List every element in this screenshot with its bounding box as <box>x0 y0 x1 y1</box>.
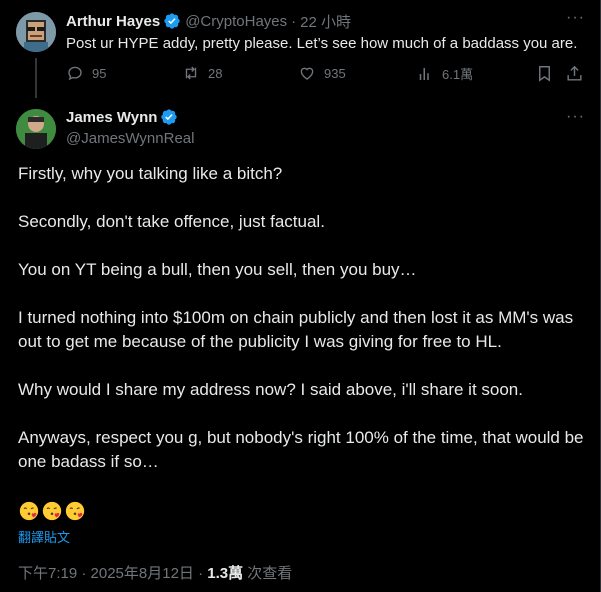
views-button[interactable]: 6.1萬 <box>416 64 473 83</box>
translate-post-link[interactable]: 翻譯貼文 <box>18 527 70 546</box>
repost-icon <box>185 66 197 80</box>
separator-dot: · <box>291 12 297 30</box>
like-button[interactable]: 935 <box>298 64 346 82</box>
more-options-icon[interactable]: ··· <box>566 108 585 126</box>
paragraph: Firstly, why you talking like a bitch? <box>18 164 283 183</box>
paragraph: You on YT being a bull, then you sell, t… <box>18 260 417 279</box>
views-label: 次查看 <box>243 565 293 582</box>
views-icon <box>419 67 431 81</box>
author-row: James Wynn <box>66 108 178 126</box>
author-handle[interactable]: @CryptoHayes <box>185 13 287 30</box>
paragraph: Secondly, don't take offence, just factu… <box>18 212 325 231</box>
views-count: 1.3萬 <box>207 565 244 582</box>
timestamp[interactable]: 下午7:19 · 2025年8月12日 <box>18 565 194 582</box>
author-name[interactable]: Arthur Hayes <box>66 13 160 30</box>
bookmark-icon <box>539 66 550 82</box>
author-handle[interactable]: @JamesWynnReal <box>66 130 194 147</box>
paragraph: Why would I share my address now? I said… <box>18 380 523 399</box>
avatar[interactable] <box>16 12 56 52</box>
paragraph: I turned nothing into $100m on chain pub… <box>18 308 574 351</box>
repost-button[interactable]: 28 <box>182 64 222 82</box>
reply-button[interactable]: 95 <box>66 64 106 82</box>
like-count: 935 <box>324 65 346 81</box>
action-bar: 95 28 935 6.1萬 <box>66 64 586 86</box>
share-icon <box>567 65 582 81</box>
verified-badge-icon <box>163 12 181 30</box>
thread-connector <box>35 58 37 98</box>
emoji-row <box>18 500 86 522</box>
share-button[interactable] <box>565 64 584 88</box>
tweet-text: Firstly, why you talking like a bitch? S… <box>18 162 590 498</box>
separator-dot: · <box>193 565 208 582</box>
tweet-header: Arthur Hayes @CryptoHayes · 22 小時 <box>66 11 351 31</box>
face-blowing-kiss-icon <box>42 501 62 521</box>
reply-icon <box>68 66 82 81</box>
tweet-meta: 下午7:19 · 2025年8月12日 · 1.3萬 次查看 <box>18 562 292 583</box>
parent-tweet[interactable]: Arthur Hayes @CryptoHayes · 22 小時 ··· Po… <box>0 0 600 100</box>
verified-badge-icon <box>160 108 178 126</box>
timestamp[interactable]: 22 小時 <box>300 11 351 32</box>
more-options-icon[interactable]: ··· <box>566 9 585 27</box>
face-blowing-kiss-icon <box>19 501 39 521</box>
views-count: 6.1萬 <box>442 67 474 82</box>
avatar[interactable] <box>16 109 56 149</box>
tweet-text: Post ur HYPE addy, pretty please. Let’s … <box>66 35 578 52</box>
face-blowing-kiss-icon <box>65 501 85 521</box>
like-icon <box>300 67 314 80</box>
paragraph: Anyways, respect you g, but nobody's rig… <box>18 428 584 471</box>
author-name[interactable]: James Wynn <box>66 109 157 126</box>
repost-count: 28 <box>208 65 223 81</box>
bookmark-button[interactable] <box>535 64 554 88</box>
reply-count: 95 <box>92 65 107 81</box>
